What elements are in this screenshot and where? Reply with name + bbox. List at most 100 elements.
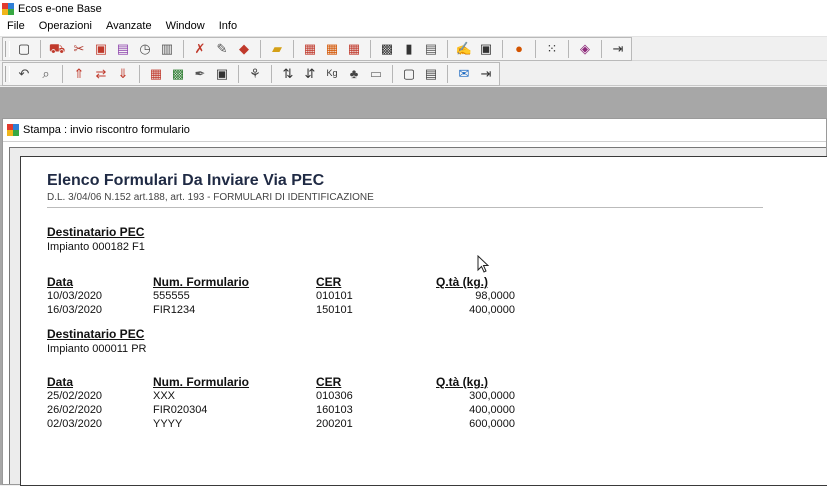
preview-area[interactable]: Elenco Formulari Da Inviare Via PEC D.L.…: [9, 147, 827, 486]
row-cer: 010306: [316, 390, 353, 402]
toolbar-separator: [568, 39, 569, 58]
secondary-toolbar: ↶ ⌕ ⇑ ⇄ ⇓ ▦ ▩ ✒ ▣ ⚘ ⇅ ⇵ Kg ♣ ▭ ▢ ▤ ✉ ⇥: [0, 61, 827, 86]
tools-icon[interactable]: ✗: [191, 40, 209, 58]
toolbar-separator: [271, 64, 272, 83]
toolbar-frame: ↶ ⌕ ⇑ ⇄ ⇓ ▦ ▩ ✒ ▣ ⚘ ⇅ ⇵ Kg ♣ ▭ ▢ ▤ ✉ ⇥: [2, 61, 500, 86]
toolbar-grip[interactable]: [5, 40, 10, 57]
toolbar-separator: [183, 39, 184, 58]
toolbar-frame: ▢ ⛟ ✂ ▣ ▤ ◷ ▥ ✗ ✎ ◆ ▰ ▦ ▦ ▦ ▩ ▮ ▤ ✍ ▣ ● …: [2, 36, 632, 61]
doc-window-title: Stampa : invio riscontro formulario: [23, 124, 190, 136]
col-header-data: Data: [47, 375, 74, 389]
sign-icon[interactable]: ✒: [191, 65, 209, 83]
preview-icon[interactable]: ▢: [400, 65, 418, 83]
paint-icon[interactable]: ✍: [455, 40, 473, 58]
chart-icon[interactable]: ▮: [400, 40, 418, 58]
col-header-num-formulario: Num. Formulario: [153, 375, 250, 389]
mail-icon[interactable]: ✉: [455, 65, 473, 83]
toolbar-separator: [447, 39, 448, 58]
book-icon[interactable]: ▣: [477, 40, 495, 58]
report-page: Elenco Formulari Da Inviare Via PEC D.L.…: [20, 156, 827, 486]
calc-icon[interactable]: ▣: [213, 65, 231, 83]
col-header-data: Data: [47, 275, 74, 289]
grid-icon[interactable]: ⁙: [543, 40, 561, 58]
toolbar-separator: [139, 64, 140, 83]
tree-icon[interactable]: ♣: [345, 65, 363, 83]
report-title: Elenco Formulari Da Inviare Via PEC: [47, 172, 325, 189]
calendar-icon[interactable]: ▩: [378, 40, 396, 58]
row-num-formulario: YYYY: [153, 418, 183, 430]
docs-icon[interactable]: ▦: [301, 40, 319, 58]
toolbar-separator: [392, 64, 393, 83]
main-toolbar: ▢ ⛟ ✂ ▣ ▤ ◷ ▥ ✗ ✎ ◆ ▰ ▦ ▦ ▦ ▩ ▮ ▤ ✍ ▣ ● …: [0, 36, 827, 61]
search2-icon[interactable]: ⌕: [37, 65, 55, 83]
toolbar-separator: [601, 39, 602, 58]
folder2-icon[interactable]: ▭: [367, 65, 385, 83]
toolbar-grip[interactable]: [5, 65, 10, 82]
window-icon[interactable]: ▢: [15, 40, 33, 58]
exit-icon[interactable]: ⇥: [609, 40, 627, 58]
sort-icon[interactable]: ⇵: [301, 65, 319, 83]
diamond-icon[interactable]: ◆: [235, 40, 253, 58]
row-num-formulario: FIR020304: [153, 404, 208, 416]
truck-icon[interactable]: ⛟: [48, 40, 66, 58]
print-preview-window: Stampa : invio riscontro formulario Elen…: [2, 118, 827, 486]
print-icon[interactable]: ▤: [422, 65, 440, 83]
folder-icon[interactable]: ▰: [268, 40, 286, 58]
wrench-icon[interactable]: ✂: [70, 40, 88, 58]
swap-icon[interactable]: ⇄: [92, 65, 110, 83]
printer3-icon[interactable]: ▤: [422, 40, 440, 58]
menu-avanzate[interactable]: Avanzate: [99, 17, 159, 36]
row-qta: 300,0000: [469, 390, 515, 402]
row-num-formulario: XXX: [153, 390, 176, 402]
row-data: 10/03/2020: [47, 290, 103, 302]
menu-operazioni[interactable]: Operazioni: [32, 17, 99, 36]
docs2-icon[interactable]: ▦: [323, 40, 341, 58]
docs3-icon[interactable]: ▦: [345, 40, 363, 58]
menu-window[interactable]: Window: [159, 17, 212, 36]
row-qta: 600,0000: [469, 418, 515, 430]
row-data: 26/02/2020: [47, 404, 103, 416]
doc-logo-icon: [7, 124, 19, 136]
filter-icon[interactable]: ▦: [147, 65, 165, 83]
col-header-qta: Q.tà (kg.): [436, 375, 489, 389]
report-divider: [47, 207, 763, 208]
exit2-icon[interactable]: ⇥: [477, 65, 495, 83]
group-label: Destinatario PEC: [47, 327, 145, 341]
group-icon[interactable]: ⚘: [246, 65, 264, 83]
toolbar-separator: [293, 39, 294, 58]
toolbar-separator: [502, 39, 503, 58]
toolbar-separator: [238, 64, 239, 83]
app-title: Ecos e-one Base: [18, 2, 102, 15]
row-qta: 400,0000: [469, 404, 515, 416]
toolbar-separator: [447, 64, 448, 83]
mouse-cursor-icon: [477, 255, 490, 273]
down-icon[interactable]: ⇓: [114, 65, 132, 83]
col-header-num-formulario: Num. Formulario: [153, 275, 250, 289]
menu-info[interactable]: Info: [212, 17, 244, 36]
row-cer: 200201: [316, 418, 353, 430]
toolbar-separator: [62, 64, 63, 83]
printer2-icon[interactable]: ▤: [114, 40, 132, 58]
search-icon[interactable]: ●: [510, 40, 528, 58]
menu-file[interactable]: File: [0, 17, 32, 36]
clock-icon[interactable]: ◷: [136, 40, 154, 58]
doc-titlebar[interactable]: Stampa : invio riscontro formulario: [3, 119, 826, 142]
edit-icon[interactable]: ✎: [213, 40, 231, 58]
excel-icon[interactable]: ▩: [169, 65, 187, 83]
toolbar-separator: [535, 39, 536, 58]
kg-ton-icon[interactable]: Kg: [323, 65, 341, 83]
printer-icon[interactable]: ▣: [92, 40, 110, 58]
row-data: 16/03/2020: [47, 304, 103, 316]
trash-icon[interactable]: ▥: [158, 40, 176, 58]
heart-icon[interactable]: ◈: [576, 40, 594, 58]
report-subtitle: D.L. 3/04/06 N.152 art.188, art. 193 - F…: [47, 192, 374, 203]
row-cer: 150101: [316, 304, 353, 316]
toolbar-separator: [370, 39, 371, 58]
up-icon[interactable]: ⇑: [70, 65, 88, 83]
col-header-cer: CER: [316, 375, 342, 389]
sort-az-icon[interactable]: ⇅: [279, 65, 297, 83]
back-icon[interactable]: ↶: [15, 65, 33, 83]
toolbar-separator: [40, 39, 41, 58]
col-header-qta: Q.tà (kg.): [436, 275, 489, 289]
row-cer: 160103: [316, 404, 353, 416]
